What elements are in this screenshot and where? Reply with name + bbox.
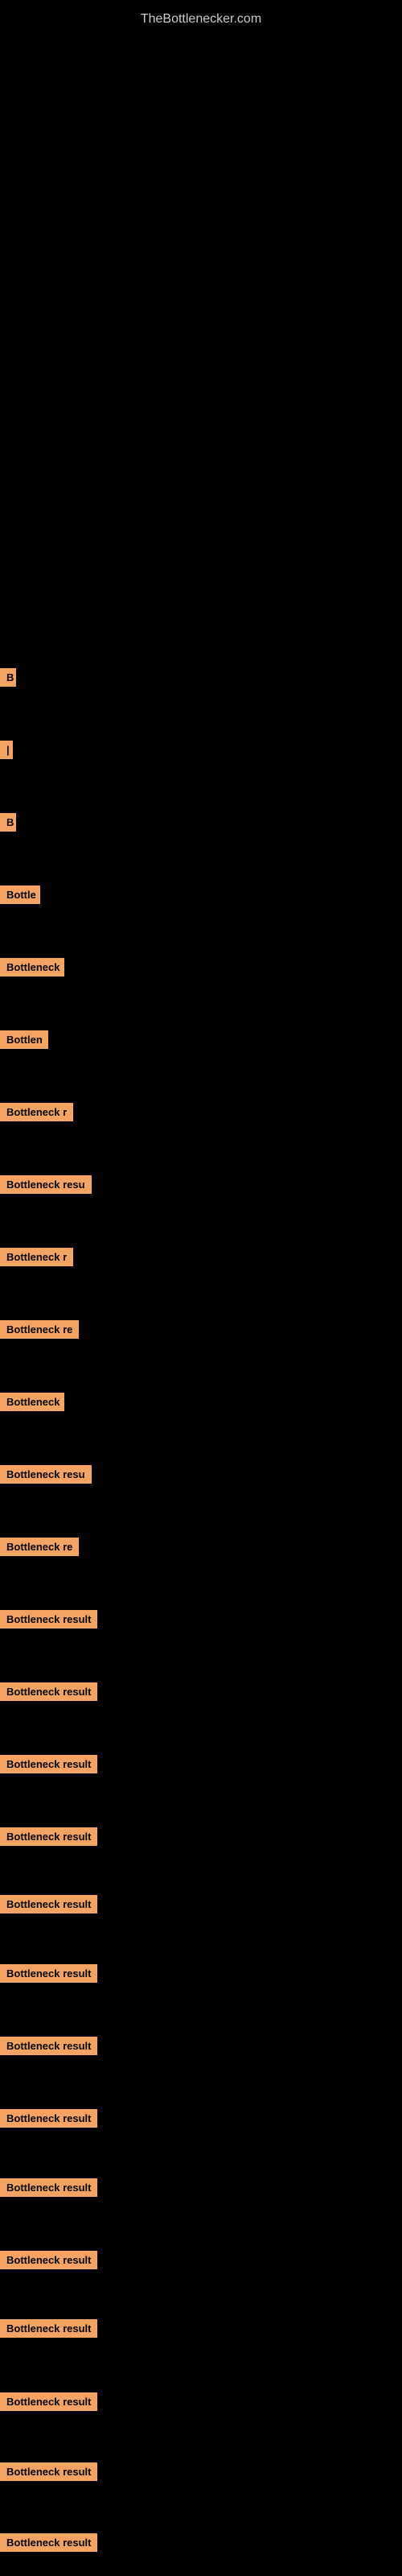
bottleneck-result-label: Bottleneck r	[0, 1103, 73, 1121]
bottleneck-result-label: Bottleneck result	[0, 1610, 97, 1629]
bottleneck-result-label: Bottleneck result	[0, 2178, 97, 2197]
bottleneck-result-label: B	[0, 668, 16, 687]
bottleneck-result-label: Bottlen	[0, 1030, 48, 1049]
bottleneck-result-label: Bottle	[0, 886, 40, 904]
bottleneck-result-label: B	[0, 813, 16, 832]
bottleneck-result-label: Bottleneck result	[0, 2037, 97, 2055]
bottleneck-result-label: Bottleneck	[0, 1393, 64, 1411]
bottleneck-result-label: Bottleneck result	[0, 1755, 97, 1773]
bottleneck-result-label: Bottleneck result	[0, 1682, 97, 1701]
bottleneck-result-label: Bottleneck result	[0, 2109, 97, 2128]
bottleneck-result-label: Bottleneck result	[0, 2462, 97, 2481]
bottleneck-result-label: Bottleneck	[0, 958, 64, 976]
bottleneck-result-label: Bottleneck result	[0, 2319, 97, 2338]
bottleneck-result-label: Bottleneck result	[0, 2251, 97, 2269]
bottleneck-result-label: Bottleneck re	[0, 1320, 79, 1339]
site-title: TheBottlenecker.com	[0, 4, 402, 35]
bottleneck-result-label: Bottleneck result	[0, 1827, 97, 1846]
bottleneck-result-label: Bottleneck result	[0, 2392, 97, 2411]
bottleneck-result-label: |	[0, 741, 13, 759]
bottleneck-result-label: Bottleneck r	[0, 1248, 73, 1266]
bottleneck-result-label: Bottleneck result	[0, 1895, 97, 1913]
bottleneck-result-label: Bottleneck resu	[0, 1175, 92, 1194]
bottleneck-result-label: Bottleneck result	[0, 1964, 97, 1983]
bottleneck-result-label: Bottleneck re	[0, 1538, 79, 1556]
bottleneck-result-label: Bottleneck resu	[0, 1465, 92, 1484]
bottleneck-result-label: Bottleneck result	[0, 2533, 97, 2552]
